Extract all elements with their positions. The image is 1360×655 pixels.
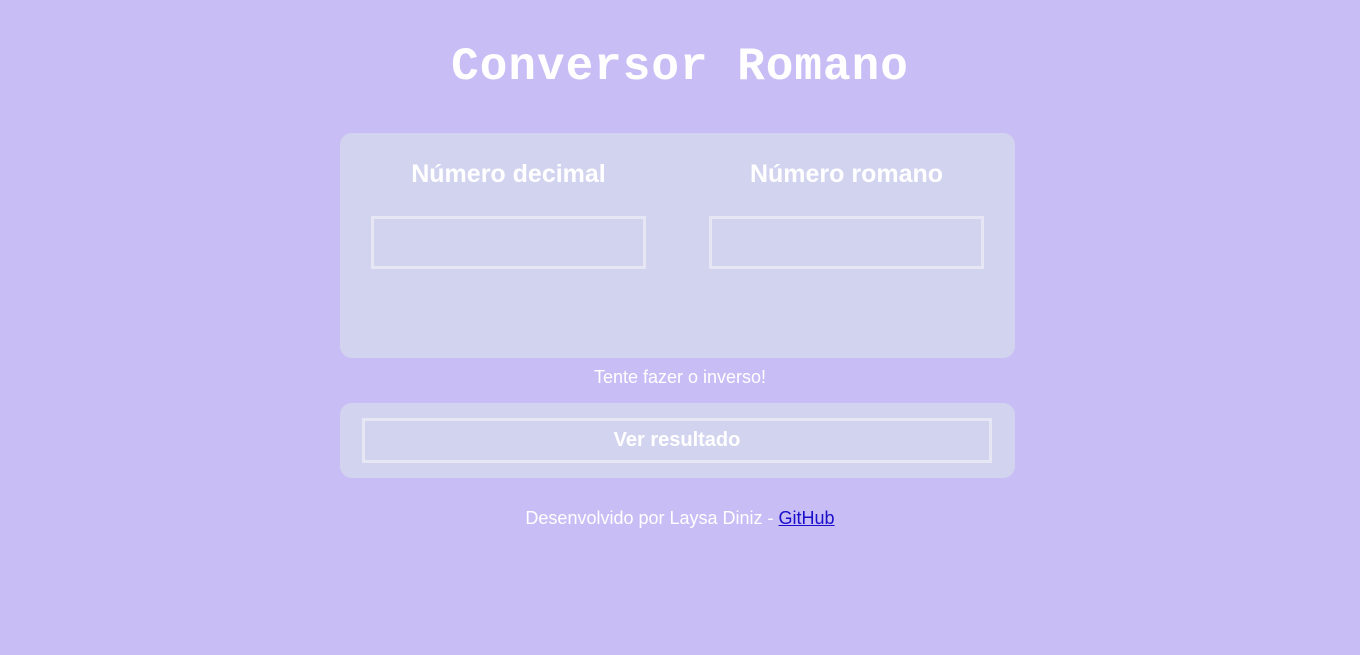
decimal-label: Número decimal (411, 160, 606, 188)
page-title: Conversor Romano (451, 41, 909, 93)
github-link[interactable]: GitHub (779, 508, 835, 528)
converter-card: Número decimal Número romano (340, 133, 1015, 358)
roman-label: Número romano (749, 160, 944, 188)
see-result-button[interactable]: Ver resultado (362, 418, 992, 463)
footer: Desenvolvido por Laysa Diniz - GitHub (0, 507, 1360, 529)
roman-input[interactable] (709, 216, 984, 269)
action-card: Ver resultado (340, 403, 1015, 478)
swap-hint: Tente fazer o inverso! (593, 367, 767, 387)
page: Conversor Romano Número decimal Número r… (0, 0, 1360, 655)
decimal-input[interactable] (371, 216, 646, 269)
footer-credit: Desenvolvido por Laysa Diniz - (525, 508, 779, 528)
